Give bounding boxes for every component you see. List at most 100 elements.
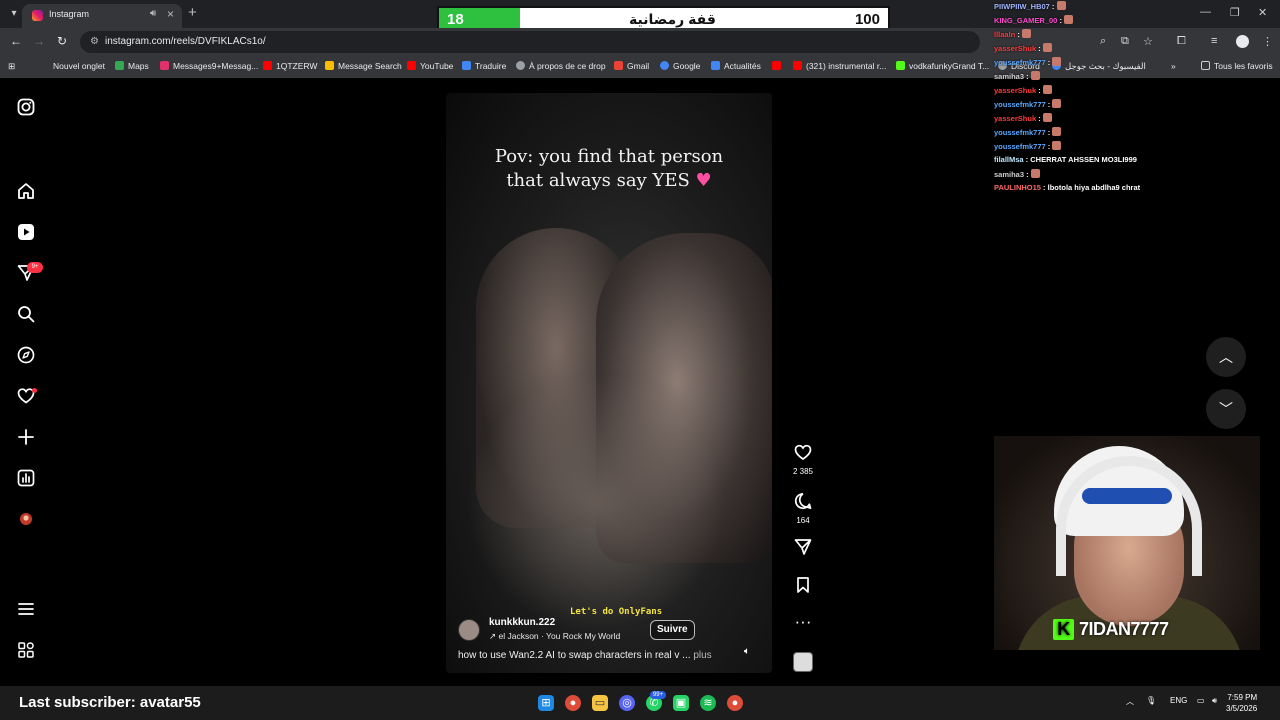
address-bar[interactable]: ⚙ instagram.com/reels/DVFIKLACs1o/ [80, 31, 980, 53]
microphone-icon[interactable]: 🎙︎ [1146, 696, 1156, 705]
bookmark-item[interactable]: Nouvel onglet [53, 61, 105, 71]
apps-grid-icon[interactable]: ⊞ [8, 61, 15, 72]
reels-icon[interactable] [17, 223, 35, 241]
maximize-icon[interactable]: ❐ [1230, 6, 1240, 19]
site-info-icon[interactable]: ⚙ [90, 36, 99, 47]
clock[interactable]: 7:59 PM 3/5/2026 [1226, 692, 1257, 714]
chat-message: yasserShuk : [994, 85, 1052, 95]
bookmark-item[interactable]: Actualités [711, 61, 761, 71]
youtube-icon [407, 61, 416, 70]
tray-chevron-icon[interactable]: ︿ [1126, 696, 1134, 707]
more-options-button[interactable]: ··· [790, 613, 816, 631]
chrome-icon[interactable]: ● [727, 695, 743, 711]
cast-icon[interactable]: ⧉ [1121, 35, 1129, 48]
maps-icon [115, 61, 124, 70]
previous-reel-button[interactable]: ︿ [1206, 337, 1246, 377]
creator-username[interactable]: kunkkkun.222 [489, 617, 555, 628]
home-icon[interactable] [17, 182, 35, 200]
monitor-icon[interactable]: ▭ [1197, 696, 1205, 705]
bookmark-item[interactable]: Gmail [614, 61, 649, 71]
more-link[interactable]: plus [693, 650, 711, 661]
speaker-icon[interactable]: 🔊︎ [150, 8, 156, 19]
bookmark-item[interactable]: vodkafunkyGrand T... [896, 61, 989, 71]
chat-message: youssefmk777 : [994, 99, 1062, 109]
music-info[interactable]: ↗ el Jackson · You Rock My World [489, 631, 620, 642]
save-button[interactable] [790, 576, 816, 598]
close-window-icon[interactable]: ✕ [1258, 6, 1267, 19]
follow-button[interactable]: Suivre [650, 620, 695, 640]
instagram-logo-icon[interactable] [17, 98, 35, 116]
close-tab-icon[interactable]: × [167, 7, 174, 21]
bookmark-item[interactable] [772, 61, 785, 71]
chat-username: PAULINHO15 [994, 183, 1041, 192]
emote-icon [1042, 85, 1052, 94]
new-tab-button[interactable]: + [188, 4, 197, 21]
discord-icon[interactable]: ◎ [619, 695, 635, 711]
also-from-meta-icon[interactable] [17, 641, 35, 659]
next-reel-button[interactable]: ﹀ [1206, 389, 1246, 429]
bookmark-item[interactable]: À propos de ce drop [516, 61, 606, 71]
app-icon[interactable]: ▣ [673, 695, 689, 711]
bookmark-item[interactable]: 1QTZERW [263, 61, 317, 71]
kick-icon [896, 61, 905, 70]
bookmark-item[interactable]: Traduire [462, 61, 506, 71]
forward-icon[interactable]: → [33, 34, 45, 48]
bookmark-item[interactable]: Maps [115, 61, 149, 71]
dashboard-icon[interactable] [17, 469, 35, 487]
chrome-icon[interactable]: ● [565, 695, 581, 711]
bookmark-item[interactable]: Message Search [325, 61, 402, 71]
spotify-icon[interactable]: ≋ [700, 695, 716, 711]
more-dots-icon: ··· [794, 612, 812, 631]
file-explorer-icon[interactable]: ▭ [592, 695, 608, 711]
comment-button[interactable]: 164 [790, 492, 816, 525]
zoom-icon[interactable]: ⌕ [1100, 35, 1106, 48]
tab-instagram[interactable]: Instagram 🔊︎ × [22, 4, 182, 28]
news-icon [711, 61, 720, 70]
folder-icon [1201, 61, 1210, 70]
explore-icon[interactable] [17, 346, 35, 364]
bookmark-item[interactable]: Messages9+Messag... [160, 61, 258, 71]
windows-start-icon[interactable]: ⊞ [538, 695, 554, 711]
youtube-icon [263, 61, 272, 70]
volume-tray-icon[interactable]: 🔊︎ [1212, 696, 1217, 706]
chevron-down-icon: ﹀ [1219, 401, 1233, 417]
volume-icon[interactable]: 🔈︎ [744, 646, 750, 657]
language-indicator[interactable]: ENG [1170, 696, 1187, 705]
share-button[interactable] [790, 538, 816, 560]
creator-avatar[interactable] [458, 619, 480, 641]
bookmark-item[interactable]: (321) instrumental r... [793, 61, 886, 71]
more-menu-icon[interactable] [17, 600, 35, 618]
back-icon[interactable]: ← [10, 34, 22, 48]
profile-avatar-icon[interactable] [17, 510, 35, 528]
chat-username: PIIWPIIW_HB07 [994, 2, 1050, 11]
bookmark-star-icon[interactable]: ☆ [1143, 35, 1153, 48]
bookmarks-bar: ⊞ Nouvel onglet Maps Messages9+Messag...… [0, 56, 1280, 78]
all-bookmarks-folder[interactable]: Tous les favoris [1201, 61, 1273, 71]
chevron-right-icon[interactable]: » [1171, 61, 1176, 71]
extensions-icon[interactable]: ⧠ [1177, 35, 1186, 48]
bookmark-item[interactable]: Google [660, 61, 700, 71]
chart-icon [325, 61, 334, 70]
reel-video[interactable]: Pov: you find that person that always sa… [446, 93, 772, 673]
chat-username: youssefmk777 [994, 100, 1046, 109]
emote-icon [1042, 43, 1052, 52]
chat-username: samiha3 [994, 170, 1025, 179]
reload-icon[interactable]: ↻ [57, 34, 67, 48]
like-button[interactable]: 2 385 [790, 444, 816, 476]
minimize-icon[interactable]: — [1200, 6, 1211, 18]
chat-message: KING_GAMER_00 : [994, 15, 1074, 25]
audio-thumbnail[interactable] [793, 652, 813, 672]
menu-kebab-icon[interactable]: ⋮ [1262, 35, 1273, 48]
bookmark-item[interactable]: الفيسبوك - بحث جوجل [1052, 61, 1146, 72]
bookmark-item[interactable]: YouTube [407, 61, 453, 71]
create-plus-icon[interactable] [17, 428, 35, 446]
search-icon[interactable] [17, 305, 35, 323]
youtube-icon [793, 61, 802, 70]
media-icon[interactable]: ≡ [1211, 35, 1217, 47]
tab-search-icon[interactable]: ▾ [6, 6, 22, 22]
chat-username: youssefmk777 [994, 142, 1046, 151]
reel-description[interactable]: how to use Wan2.2 AI to swap characters … [458, 650, 712, 661]
url-text[interactable]: instagram.com/reels/DVFIKLACs1o/ [105, 36, 266, 47]
profile-avatar[interactable] [1236, 35, 1249, 48]
chevron-up-icon: ︿ [1219, 349, 1233, 365]
